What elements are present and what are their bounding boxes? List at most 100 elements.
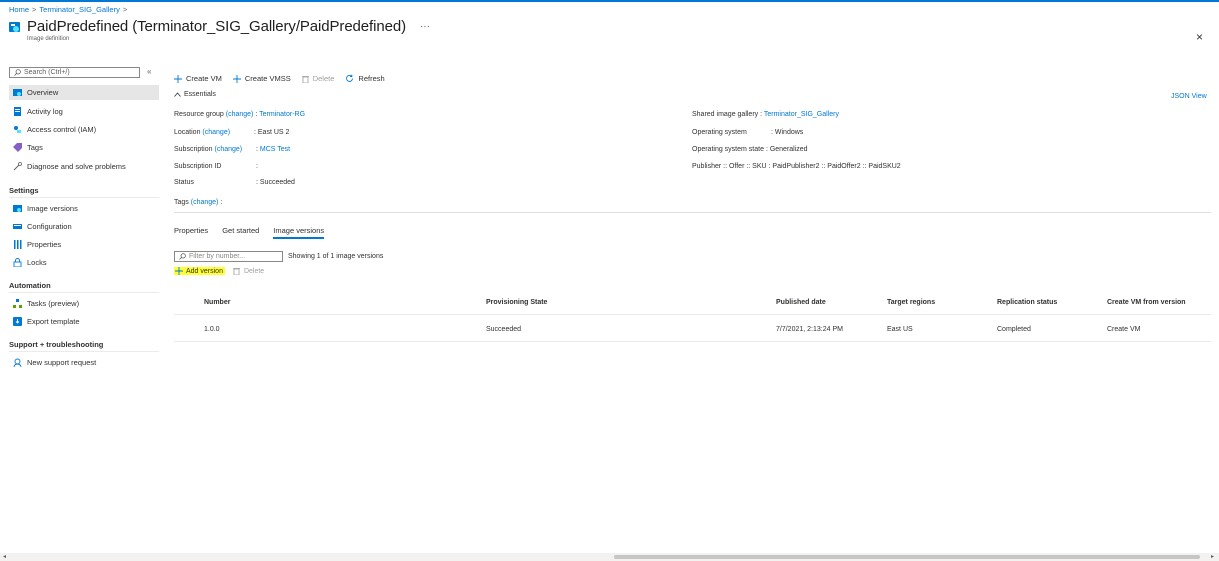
sidebar-item-image-versions[interactable]: Image versions [9, 201, 159, 216]
column-header-number[interactable]: Number [204, 299, 230, 306]
filter-placeholder: Filter by number... [189, 253, 246, 260]
essentials-divider [174, 212, 1211, 213]
sidebar-item-label: Locks [27, 258, 47, 267]
sidebar-section-settings: Settings [9, 186, 39, 195]
plus-icon [174, 74, 182, 83]
essentials-gallery: Shared image gallery : Terminator_SIG_Ga… [692, 111, 839, 118]
versions-count: Showing 1 of 1 image versions [288, 253, 384, 260]
refresh-button[interactable]: Refresh [345, 74, 385, 83]
sidebar-item-label: Activity log [27, 107, 63, 116]
properties-icon [12, 240, 22, 250]
sidebar-item-tasks[interactable]: Tasks (preview) [9, 296, 159, 311]
sidebar-section-support: Support + troubleshooting [9, 340, 104, 349]
tab-bar: Properties Get started Image versions [174, 226, 338, 239]
tab-image-versions[interactable]: Image versions [273, 226, 324, 239]
delete-version-label: Delete [243, 267, 265, 275]
table-header-rule [174, 314, 1211, 315]
column-header-target-regions[interactable]: Target regions [887, 299, 935, 306]
breadcrumb-separator: > [122, 5, 128, 14]
page-subtitle: Image definition [27, 36, 70, 42]
top-accent-bar [0, 0, 1219, 2]
table-row-rule [174, 341, 1211, 342]
column-header-replication-status[interactable]: Replication status [997, 299, 1057, 306]
sidebar-item-diagnose[interactable]: Diagnose and solve problems [9, 159, 159, 174]
create-vm-button[interactable]: Create VM [174, 74, 222, 83]
subscription-link[interactable]: MCS Test [260, 146, 290, 153]
refresh-label: Refresh [358, 74, 385, 83]
version-number-link[interactable]: 1.0.0 [204, 326, 220, 333]
add-version-button[interactable]: Add version [174, 267, 225, 275]
sidebar-section-automation: Automation [9, 281, 51, 290]
location-change-link[interactable]: (change) [202, 129, 230, 136]
breadcrumb: Home > Terminator_SIG_Gallery > [9, 5, 130, 14]
subscription-label: Subscription [174, 146, 213, 153]
command-bar: Create VM Create VMSS Delete Refresh [174, 74, 396, 83]
sidebar-divider [9, 197, 159, 198]
essentials-location: Location (change) [174, 129, 230, 136]
sidebar-item-overview[interactable]: Overview [9, 85, 159, 100]
sidebar-item-activity-log[interactable]: Activity log [9, 104, 159, 119]
location-value: : East US 2 [254, 129, 290, 136]
sidebar-item-tags[interactable]: Tags [9, 140, 159, 155]
sidebar-item-iam[interactable]: Access control (IAM) [9, 122, 159, 137]
subscription-change-link[interactable]: (change) [214, 146, 242, 153]
create-vm-link[interactable]: Create VM [1107, 326, 1140, 333]
json-view-link[interactable]: JSON View [1171, 93, 1207, 100]
sidebar-divider [9, 351, 159, 352]
delete-button[interactable]: Delete [301, 74, 334, 83]
version-filter-input[interactable]: Filter by number... [174, 251, 283, 262]
gallery-link[interactable]: Terminator_SIG_Gallery [764, 111, 839, 118]
delete-version-button[interactable]: Delete [232, 267, 265, 275]
subscription-id-label: Subscription ID [174, 163, 222, 170]
resource-group-link[interactable]: Terminator-RG [259, 111, 305, 118]
sidebar-item-configuration[interactable]: Configuration [9, 219, 159, 234]
export-template-icon [12, 317, 22, 327]
create-vmss-label: Create VMSS [244, 74, 291, 83]
plus-icon [175, 267, 183, 275]
column-header-published-date[interactable]: Published date [776, 299, 826, 306]
essentials-resource-group: Resource group (change) : Terminator-RG [174, 111, 306, 118]
resource-group-change-link[interactable]: (change) [226, 111, 254, 118]
version-replication-status: Completed [997, 326, 1031, 333]
sidebar-item-new-support-request[interactable]: New support request [9, 355, 159, 370]
sidebar-item-locks[interactable]: Locks [9, 255, 159, 270]
configuration-icon [12, 222, 22, 232]
sidebar-item-label: Image versions [27, 204, 78, 213]
essentials-os-state: Operating system state : Generalized [692, 146, 808, 153]
breadcrumb-home[interactable]: Home [9, 5, 29, 14]
os-state-label: Operating system state [692, 146, 764, 153]
create-vmss-button[interactable]: Create VMSS [232, 74, 291, 83]
scrollbar-thumb[interactable] [614, 555, 1200, 559]
status-value: : Succeeded [256, 179, 295, 186]
scroll-right-icon[interactable]: ▸ [1211, 553, 1214, 560]
essentials-tags: Tags (change) : [174, 199, 222, 206]
breadcrumb-gallery[interactable]: Terminator_SIG_Gallery [39, 5, 119, 14]
sidebar-item-export-template[interactable]: Export template [9, 314, 159, 329]
column-header-provisioning-state[interactable]: Provisioning State [486, 299, 547, 306]
tab-get-started[interactable]: Get started [222, 226, 259, 239]
tab-properties[interactable]: Properties [174, 226, 208, 239]
column-header-create-vm[interactable]: Create VM from version [1107, 299, 1186, 306]
sidebar-item-label: Properties [27, 240, 62, 249]
tags-change-link[interactable]: (change) [191, 199, 219, 206]
more-icon[interactable]: ··· [420, 21, 430, 32]
close-icon[interactable]: × [1196, 31, 1203, 43]
status-label: Status [174, 179, 194, 186]
image-definition-icon [9, 21, 20, 32]
sidebar-item-label: Access control (IAM) [27, 125, 97, 134]
sidebar-search-input[interactable]: Search (Ctrl+/) [9, 67, 140, 78]
sidebar-item-label: Configuration [27, 222, 72, 231]
scroll-left-icon[interactable]: ◂ [3, 553, 6, 560]
create-vm-label: Create VM [186, 74, 222, 83]
pos-value: : PaidPublisher2 :: PaidOffer2 :: PaidSK… [768, 163, 901, 170]
activity-log-icon [12, 107, 22, 117]
collapse-sidebar-icon[interactable]: « [147, 67, 151, 76]
search-icon [179, 253, 186, 260]
os-value: : Windows [771, 129, 804, 136]
tags-label: Tags [174, 199, 189, 206]
sidebar-item-properties[interactable]: Properties [9, 237, 159, 252]
essentials-label: Essentials [184, 91, 216, 98]
essentials-toggle[interactable]: Essentials [174, 91, 216, 98]
tasks-icon [12, 299, 22, 309]
resource-group-label: Resource group [174, 111, 224, 118]
